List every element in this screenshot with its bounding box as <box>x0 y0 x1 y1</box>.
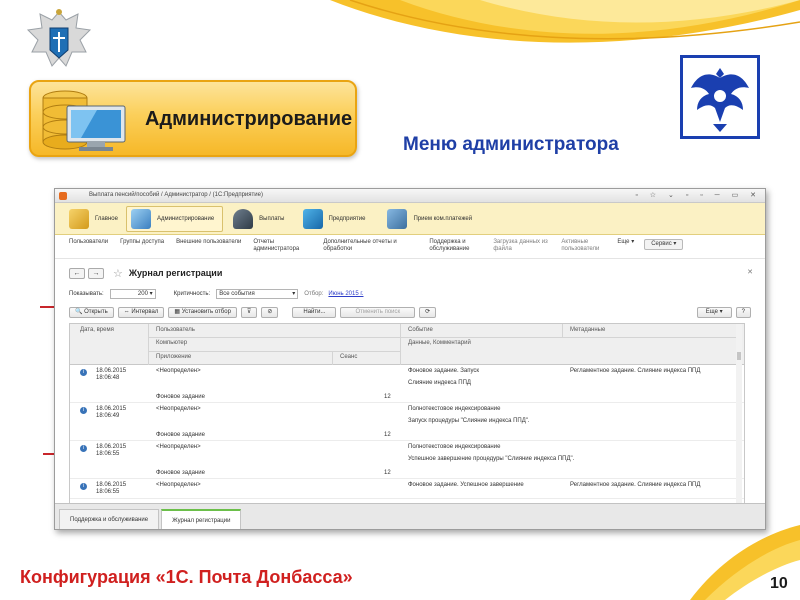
table-header: Дата, время Пользователь Компьютер Прило… <box>70 324 744 365</box>
window-title: Выплата пенсий/пособий / Администратор /… <box>89 192 263 198</box>
form-title: Журнал регистрации <box>128 268 223 278</box>
section-payments[interactable]: Выплаты <box>229 206 292 232</box>
open-button[interactable]: 🔍 Открыть <box>69 307 114 318</box>
col-metadata[interactable]: Метаданные <box>566 324 605 337</box>
set-filter-button[interactable]: ▦ Установить отбор <box>168 307 237 318</box>
app-icon <box>59 192 67 200</box>
cancel-search-button[interactable]: Отменить поиск <box>340 307 416 318</box>
post-eagle-icon <box>691 68 749 132</box>
cmd-users[interactable]: Пользователи <box>69 239 108 246</box>
table-row[interactable]: i 18.06.2015 18:06:49 <Неопределен> Фоно… <box>70 403 744 441</box>
info-icon: i <box>80 407 87 414</box>
table-row[interactable]: i 18.06.2015 18:06:55 <Неопределен> Фоно… <box>70 479 744 499</box>
page-number: 10 <box>770 575 788 592</box>
person-icon <box>233 208 254 229</box>
emblem-icon <box>26 9 92 67</box>
filter-icon-button[interactable]: ⊽ <box>240 307 258 318</box>
table-scrollbar[interactable] <box>736 324 742 504</box>
tab-event-log[interactable]: Журнал регистрации <box>161 509 242 529</box>
database-icon <box>387 208 408 229</box>
database-computer-icon <box>42 90 126 151</box>
cmd-ext-reports[interactable]: Дополнительные отчеты и обработки <box>323 239 417 253</box>
find-button[interactable]: Найти... <box>292 307 337 318</box>
window-titlebar: Выплата пенсий/пособий / Администратор /… <box>55 189 765 203</box>
back-button[interactable]: ← <box>69 267 85 279</box>
cmd-access-groups[interactable]: Группы доступа <box>120 239 164 246</box>
filter-row: Показывать: 200 ▾ Критичность: Все событ… <box>69 289 364 299</box>
col-app[interactable]: Приложение <box>152 351 191 364</box>
refresh-button[interactable]: ⟳ <box>419 307 437 318</box>
cmd-admin-reports[interactable]: Отчеты администратора <box>253 239 311 253</box>
event-log-table: Дата, время Пользователь Компьютер Прило… <box>69 323 745 505</box>
footer-text: Конфигурация «1С. Почта Донбасса» <box>20 567 353 587</box>
cube-icon <box>302 208 323 229</box>
section-administration[interactable]: Администрирование <box>125 205 224 232</box>
command-bar: Пользователи Группы доступа Внешние поль… <box>55 235 765 259</box>
administration-badge: Администрирование <box>29 80 357 157</box>
home-icon <box>69 208 89 229</box>
open-windows-bar: Поддержка и обслуживание Журнал регистра… <box>55 503 765 529</box>
service-button[interactable]: Сервис ▾ <box>644 239 684 250</box>
close-icon[interactable]: ✕ <box>747 268 753 276</box>
show-count-input[interactable]: 200 ▾ <box>109 289 156 299</box>
menu-title: Меню администратора <box>403 134 619 155</box>
app-window: Выплата пенсий/пособий / Администратор /… <box>54 188 766 530</box>
cmd-more[interactable]: Еще ▾ <box>617 239 634 246</box>
clear-filter-button[interactable]: ⊘ <box>261 307 279 318</box>
section-panel: Главное Администрирование Выплаты Предпр… <box>55 203 765 235</box>
col-event[interactable]: Событие <box>404 324 433 337</box>
slide: Администрирование Меню администратора Вы… <box>0 0 800 600</box>
table-row[interactable]: i 18.06.2015 18:06:48 <Неопределен> Фоно… <box>70 365 744 403</box>
admin-icon <box>130 208 151 229</box>
cmd-external-users[interactable]: Внешние пользователи <box>176 239 241 246</box>
window-controls[interactable]: ▫ ☆ ⌄ ▫ ▫ ─ ▭ ✕ <box>635 191 761 199</box>
section-enterprise[interactable]: Предприятие <box>299 206 374 232</box>
info-icon: i <box>80 369 87 376</box>
star-icon[interactable]: ☆ <box>113 267 123 280</box>
interval-button[interactable]: ⇔ Интервал <box>117 307 165 318</box>
section-payments-reception[interactable]: Прием ком.платежей <box>383 206 480 232</box>
administration-label: Администрирование <box>145 108 353 130</box>
post-emblem <box>680 55 760 139</box>
tab-support[interactable]: Поддержка и обслуживание <box>59 509 160 529</box>
section-main[interactable]: Главное <box>65 206 126 232</box>
col-data[interactable]: Данные, Комментарий <box>404 337 471 350</box>
form-toolbar: 🔍 Открыть ⇔ Интервал ▦ Установить отбор … <box>69 304 751 321</box>
help-button[interactable]: ? <box>735 307 751 318</box>
event-log-form: ← → ☆ Журнал регистрации ✕ Показывать: 2… <box>55 259 765 507</box>
cmd-support[interactable]: Поддержка и обслуживание <box>429 239 481 253</box>
form-header: ← → ☆ Журнал регистрации ✕ <box>69 259 753 287</box>
forward-button[interactable]: → <box>88 267 104 279</box>
table-row[interactable]: i 18.06.2015 18:06:55 <Неопределен> Фоно… <box>70 441 744 479</box>
info-icon: i <box>80 483 87 490</box>
cmd-active-users[interactable]: Активные пользователи <box>561 239 605 253</box>
col-date[interactable]: Дата, время <box>76 324 114 337</box>
cmd-load-data[interactable]: Загрузка данных из файла <box>493 239 549 253</box>
criticality-select[interactable]: Все события ▾ <box>216 289 299 299</box>
bottom-swoosh-decoration <box>690 525 800 600</box>
col-user[interactable]: Пользователь <box>152 324 195 337</box>
info-icon: i <box>80 445 87 452</box>
col-session[interactable]: Сеанс <box>336 351 357 364</box>
filter-link[interactable]: Июнь 2015 г. <box>328 291 363 297</box>
col-computer[interactable]: Компьютер <box>152 337 187 350</box>
more-button[interactable]: Еще ▾ <box>696 307 732 318</box>
